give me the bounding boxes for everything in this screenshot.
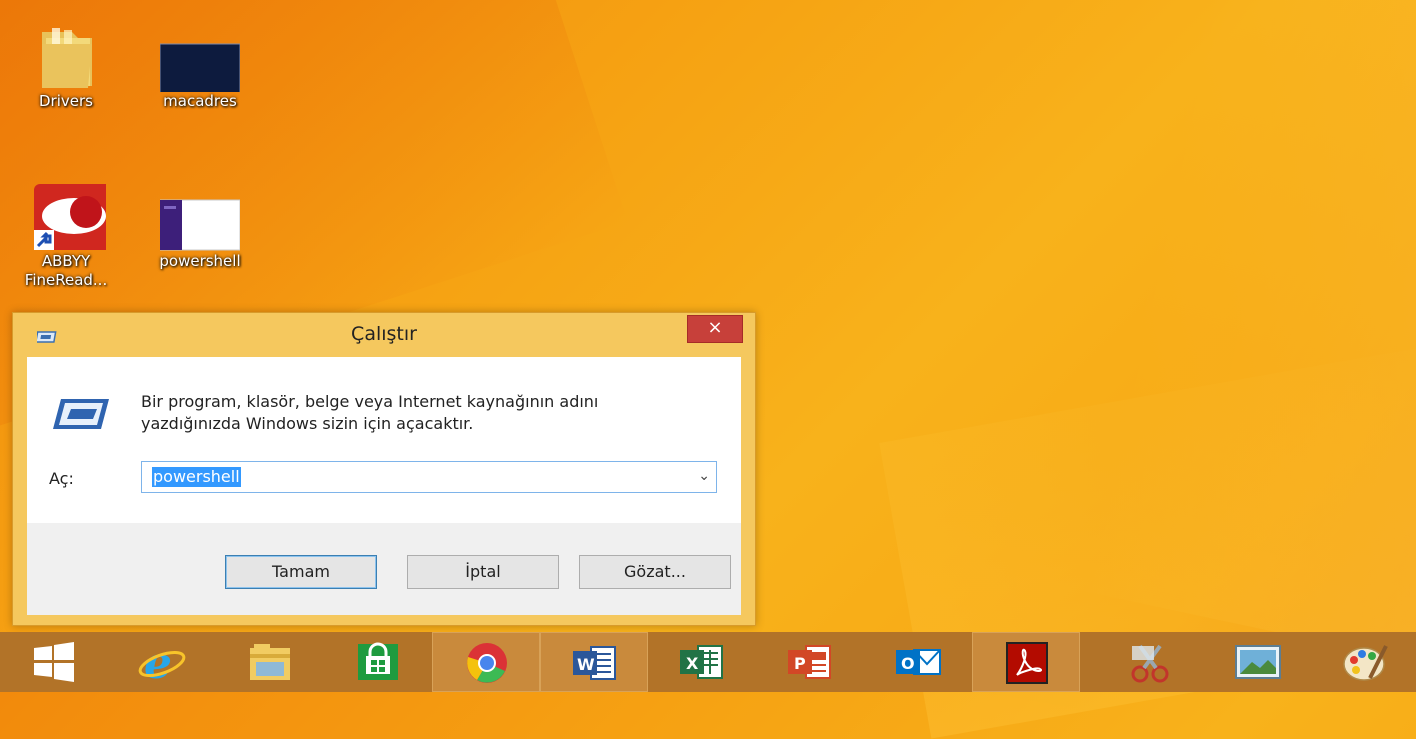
desktop-icon-abbyy[interactable]: ABBYY FineRead... (16, 182, 116, 290)
dialog-title-bar[interactable]: Çalıştır × (13, 313, 755, 355)
start-icon (34, 642, 74, 682)
photo-viewer-icon (1235, 645, 1281, 679)
svg-text:O: O (901, 654, 915, 673)
taskbar-internet-explorer[interactable]: e (108, 632, 216, 692)
word-icon: W (573, 646, 616, 680)
start-button[interactable] (0, 632, 108, 692)
cancel-button[interactable]: İptal (407, 555, 559, 589)
acrobat-icon (1006, 642, 1048, 684)
taskbar-file-explorer[interactable] (216, 632, 324, 692)
open-combobox[interactable]: powershell ⌄ (141, 461, 717, 493)
console-file-icon (159, 22, 241, 95)
file-explorer-icon (250, 644, 290, 680)
desktop-icon-macadres[interactable]: macadres (150, 22, 250, 111)
svg-text:X: X (686, 654, 699, 673)
taskbar-snipping-tool[interactable] (1096, 632, 1204, 692)
taskbar-powerpoint[interactable]: P (756, 632, 864, 692)
dialog-description: Bir program, klasör, belge veya Internet… (141, 392, 599, 433)
chrome-icon (467, 643, 507, 683)
browse-button[interactable]: Gözat... (579, 555, 731, 589)
powerpoint-icon: P (788, 645, 831, 679)
snipping-tool-icon (1131, 644, 1169, 683)
text-file-icon (159, 182, 241, 252)
svg-text:P: P (794, 654, 806, 673)
taskbar: e W X P O (0, 632, 1416, 692)
taskbar-word[interactable]: W (540, 632, 648, 692)
dialog-title: Çalıştır (351, 323, 417, 345)
outlook-icon: O (896, 649, 941, 675)
taskbar-chrome[interactable] (432, 632, 540, 692)
open-input-value[interactable]: powershell (152, 467, 241, 487)
taskbar-acrobat[interactable] (972, 632, 1080, 692)
wallpaper-shape (1081, 0, 1416, 674)
chevron-down-icon[interactable]: ⌄ (698, 468, 710, 484)
taskbar-excel[interactable]: X (648, 632, 756, 692)
taskbar-store[interactable] (324, 632, 432, 692)
desktop-icon-drivers[interactable]: Drivers (16, 22, 116, 111)
abbyy-finereader-icon (26, 182, 114, 252)
store-icon (358, 642, 398, 680)
taskbar-outlook[interactable]: O (864, 632, 972, 692)
run-icon (51, 397, 109, 435)
close-button[interactable]: × (687, 315, 743, 343)
internet-explorer-icon: e (138, 640, 186, 684)
svg-text:W: W (577, 655, 595, 674)
excel-icon: X (680, 645, 723, 679)
taskbar-photo-viewer[interactable] (1204, 632, 1312, 692)
dialog-content: Bir program, klasör, belge veya Internet… (27, 357, 741, 523)
folder-icon (26, 22, 106, 92)
paint-icon (1343, 645, 1388, 681)
desktop-icon-powershell[interactable]: powershell (150, 182, 250, 271)
taskbar-paint[interactable] (1312, 632, 1416, 692)
run-dialog: Çalıştır × Bir program, klasör, belge ve… (12, 312, 756, 626)
dialog-body: Bir program, klasör, belge veya Internet… (27, 357, 741, 615)
ok-button[interactable]: Tamam (225, 555, 377, 589)
open-label: Aç: (49, 469, 74, 488)
